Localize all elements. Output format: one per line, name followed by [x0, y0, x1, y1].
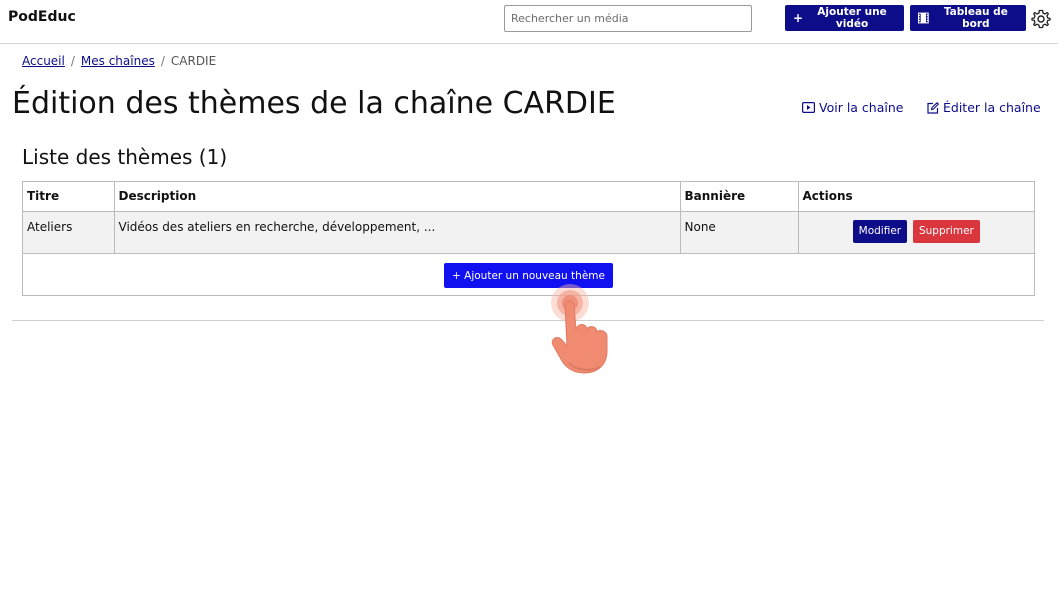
cell-description: Vidéos des ateliers en recherche, dévelo…: [114, 211, 681, 254]
top-navbar: PodEduc + Ajouter une vidéo Tableau de b…: [0, 0, 1058, 44]
view-channel-label: Voir la chaîne: [819, 100, 904, 115]
breadcrumb-home-link[interactable]: Accueil: [22, 54, 65, 68]
breadcrumb-current: CARDIE: [170, 54, 217, 68]
breadcrumb-separator: /: [70, 54, 75, 68]
table-header-row: Titre Description Bannière Actions: [23, 182, 1034, 212]
edit-channel-link[interactable]: Éditer la chaîne: [927, 100, 1041, 115]
edit-channel-label: Éditer la chaîne: [943, 100, 1041, 115]
plus-icon: +: [793, 11, 804, 25]
play-box-icon: [802, 102, 815, 113]
column-header-banner: Bannière: [680, 182, 799, 212]
add-video-button[interactable]: + Ajouter une vidéo: [785, 5, 904, 31]
column-header-description: Description: [114, 182, 681, 212]
add-theme-row: + Ajouter un nouveau thème: [23, 254, 1034, 297]
divider: [12, 320, 1044, 321]
breadcrumb-separator: /: [160, 54, 165, 68]
table-row: Ateliers Vidéos des ateliers en recherch…: [23, 211, 1034, 254]
breadcrumb-channels-link[interactable]: Mes chaînes: [81, 54, 155, 68]
cell-title: Ateliers: [23, 211, 115, 254]
brand-logo[interactable]: PodEduc: [8, 9, 76, 25]
hand-pointer-icon: [551, 284, 608, 374]
dashboard-label: Tableau de bord: [943, 6, 1008, 30]
dashboard-button[interactable]: Tableau de bord: [910, 5, 1026, 31]
themes-section-title: Liste des thèmes (1): [22, 145, 228, 169]
page-title: Édition des thèmes de la chaîne CARDIE: [12, 86, 616, 121]
cell-actions: Modifier Supprimer: [798, 211, 1034, 254]
column-header-actions: Actions: [798, 182, 1034, 212]
column-header-title: Titre: [23, 182, 115, 212]
delete-theme-button[interactable]: Supprimer: [912, 219, 980, 243]
film-icon: [918, 12, 929, 24]
modify-theme-button[interactable]: Modifier: [852, 219, 908, 243]
gear-icon[interactable]: [1031, 9, 1051, 29]
cell-banner: None: [680, 211, 799, 254]
view-channel-link[interactable]: Voir la chaîne: [802, 100, 903, 115]
edit-icon: [927, 101, 939, 114]
add-video-label: Ajouter une vidéo: [817, 6, 887, 30]
search-input[interactable]: [504, 5, 752, 32]
breadcrumb: Accueil / Mes chaînes / CARDIE: [22, 54, 216, 68]
themes-table: Titre Description Bannière Actions Ateli…: [22, 181, 1035, 296]
